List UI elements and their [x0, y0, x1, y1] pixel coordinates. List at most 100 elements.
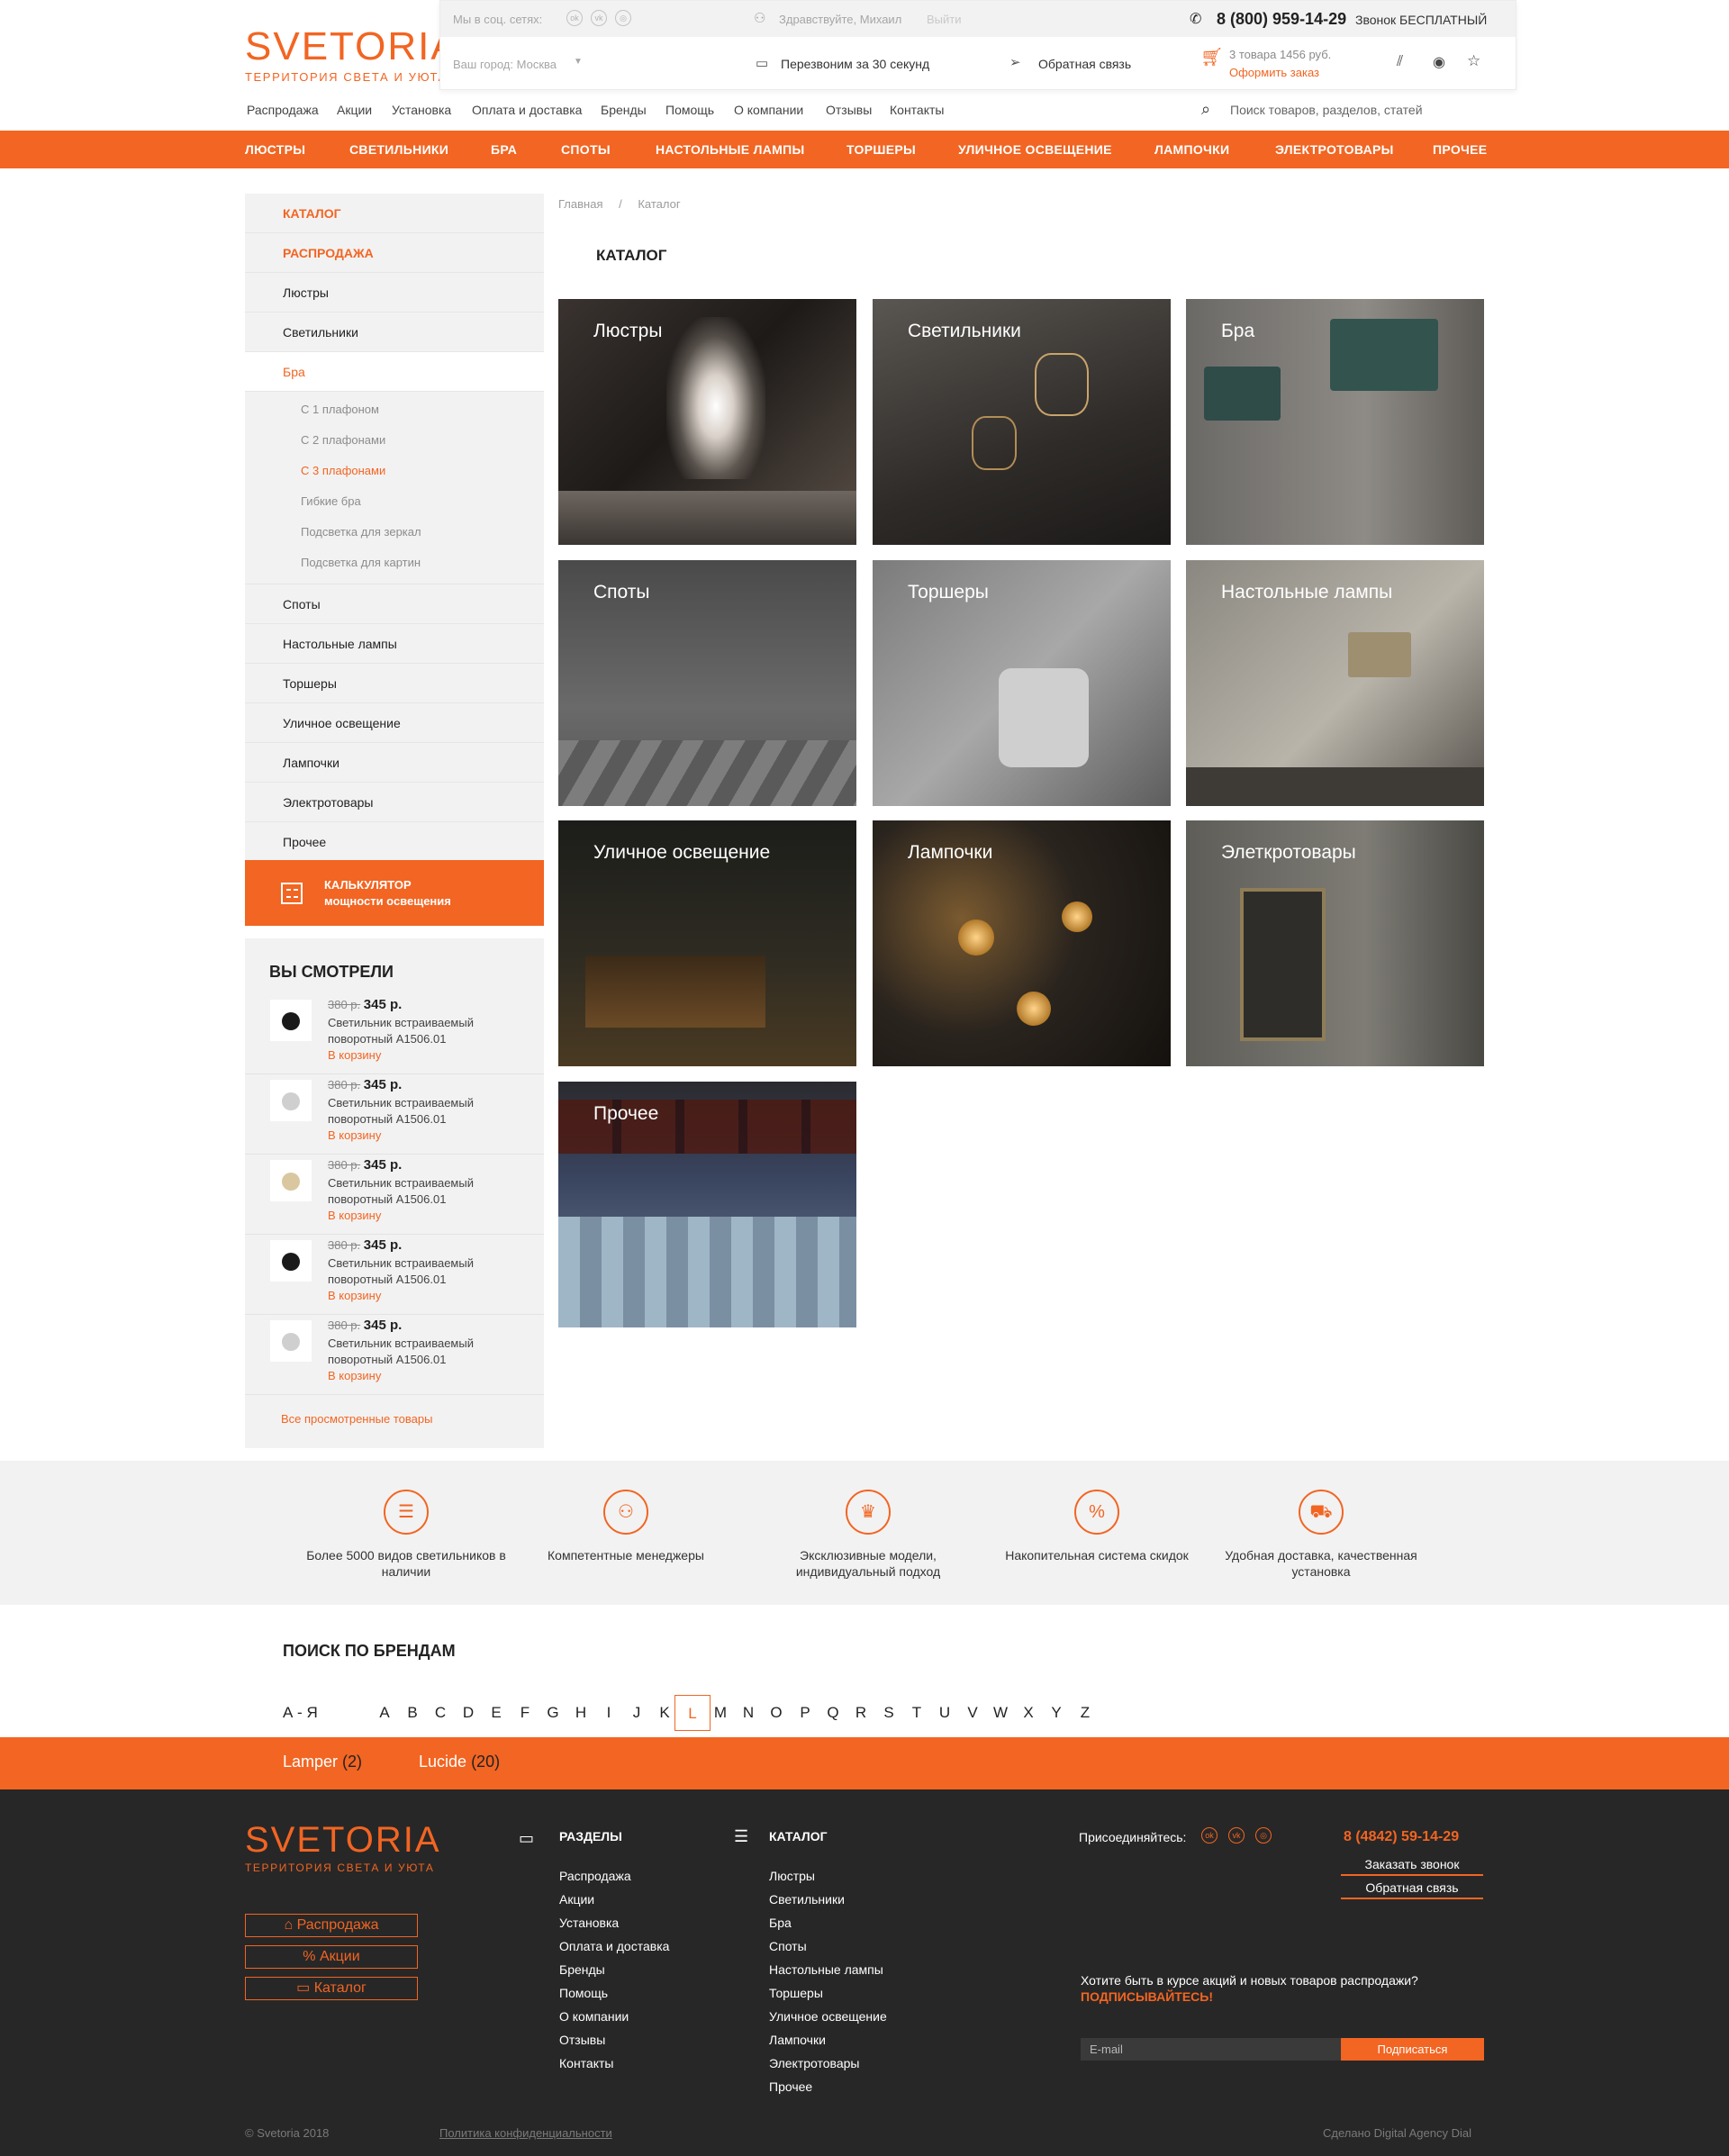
viewed-item[interactable]: 380 р. 345 р. Светильник встраиваемый пов…: [245, 995, 544, 1074]
footer-link[interactable]: Светильники: [769, 1892, 845, 1907]
sidebar-subitem[interactable]: С 1 плафоном: [245, 394, 544, 425]
footer-feedback-button[interactable]: Обратная связь: [1341, 1876, 1483, 1899]
cat-bulbs[interactable]: Лампочки: [1154, 142, 1229, 157]
sidebar-subitem[interactable]: Гибкие бра: [245, 486, 544, 517]
footer-link[interactable]: Прочее: [769, 2079, 812, 2094]
cat-table-lamps[interactable]: Настольные лампы: [656, 142, 804, 157]
top-nav-help[interactable]: Помощь: [665, 103, 714, 117]
cat-other[interactable]: Прочее: [1433, 142, 1487, 157]
add-to-cart-link[interactable]: В корзину: [328, 1289, 381, 1302]
top-nav-promos[interactable]: Акции: [337, 103, 372, 117]
sidebar-item-outdoor[interactable]: Уличное освещение: [245, 703, 544, 743]
add-to-cart-link[interactable]: В корзину: [328, 1369, 381, 1382]
city-select[interactable]: Ваш город: Москва: [453, 58, 557, 71]
sidebar-item-lamps[interactable]: Светильники: [245, 313, 544, 352]
top-nav-install[interactable]: Установка: [392, 103, 451, 117]
footer-link[interactable]: Электротовары: [769, 2056, 859, 2070]
calculator-button[interactable]: КАЛЬКУЛЯТОР мощности освещения: [245, 860, 544, 926]
header-phone[interactable]: 8 (800) 959-14-29: [1217, 10, 1346, 29]
all-viewed-link[interactable]: Все просмотренные товары: [281, 1412, 432, 1426]
sidebar-subitem[interactable]: Подсветка для зеркал: [245, 517, 544, 548]
footer-phone[interactable]: 8 (4842) 59-14-29: [1344, 1829, 1459, 1845]
sidebar-subitem[interactable]: С 2 плафонами: [245, 425, 544, 456]
footer-link[interactable]: Контакты: [559, 2056, 613, 2070]
category-tile-electrical[interactable]: Элеткротовары: [1186, 820, 1484, 1066]
add-to-cart-link[interactable]: В корзину: [328, 1128, 381, 1142]
star-icon[interactable]: ☆: [1467, 52, 1480, 70]
footer-link[interactable]: Бра: [769, 1916, 792, 1930]
footer-link[interactable]: Споты: [769, 1939, 807, 1953]
footer-link[interactable]: О компании: [559, 2009, 629, 2024]
product-thumbnail[interactable]: [270, 1160, 312, 1201]
sidebar-item-bulbs[interactable]: Лампочки: [245, 743, 544, 783]
instagram-icon[interactable]: ◎: [615, 10, 631, 26]
category-tile-table-lamps[interactable]: Настольные лампы: [1186, 560, 1484, 806]
subscribe-button[interactable]: Подписаться: [1341, 2038, 1484, 2061]
top-nav-reviews[interactable]: Отзывы: [826, 103, 872, 117]
breadcrumb-home[interactable]: Главная: [558, 197, 602, 211]
category-tile-chandeliers[interactable]: Люстры: [558, 299, 856, 545]
viewed-product-name[interactable]: Светильник встраиваемый поворотный A1506…: [328, 1095, 508, 1128]
order-call-button[interactable]: Заказать звонок: [1341, 1853, 1483, 1876]
eye-icon[interactable]: ◉: [1433, 53, 1445, 71]
chevron-down-icon[interactable]: ▼: [574, 57, 583, 67]
category-tile-sconces[interactable]: Бра: [1186, 299, 1484, 545]
cart-summary[interactable]: 3 товара 1456 руб.: [1229, 48, 1331, 61]
sidebar-item-sconces[interactable]: Бра: [245, 352, 544, 392]
email-field[interactable]: E-mail: [1081, 2038, 1342, 2061]
callback-link[interactable]: Перезвоним за 30 секунд: [781, 57, 929, 71]
viewed-item[interactable]: 380 р. 345 р. Светильник встраиваемый пов…: [245, 1155, 544, 1235]
sidebar-item-table-lamps[interactable]: Настольные лампы: [245, 624, 544, 664]
cat-floor-lamps[interactable]: Торшеры: [846, 142, 916, 157]
logout-link[interactable]: Выйти: [927, 13, 962, 26]
footer-sale-button[interactable]: ⌂ Распродажа: [245, 1914, 418, 1937]
top-nav-brands[interactable]: Бренды: [601, 103, 647, 117]
footer-link[interactable]: Уличное освещение: [769, 2009, 887, 2024]
footer-link[interactable]: Распродажа: [559, 1869, 631, 1883]
cat-lamps[interactable]: Светильники: [349, 142, 448, 157]
instagram-icon[interactable]: ◎: [1255, 1827, 1272, 1843]
footer-promos-button[interactable]: % Акции: [245, 1945, 418, 1969]
category-tile-spots[interactable]: Споты: [558, 560, 856, 806]
cat-spots[interactable]: Споты: [561, 142, 611, 157]
sidebar-item-electrical[interactable]: Электротовары: [245, 783, 544, 822]
footer-link[interactable]: Установка: [559, 1916, 619, 1930]
product-thumbnail[interactable]: [270, 1240, 312, 1282]
sidebar-item-sale[interactable]: РАСПРОДАЖА: [245, 233, 544, 273]
footer-link[interactable]: Помощь: [559, 1986, 608, 2000]
category-tile-other[interactable]: Прочее: [558, 1082, 856, 1327]
add-to-cart-link[interactable]: В корзину: [328, 1048, 381, 1062]
brand-letter-z[interactable]: Z: [1067, 1695, 1103, 1731]
category-tile-floor-lamps[interactable]: Торшеры: [873, 560, 1171, 806]
odnoklassniki-icon[interactable]: ok: [566, 10, 583, 26]
viewed-product-name[interactable]: Светильник встраиваемый поворотный A1506…: [328, 1175, 508, 1208]
cat-outdoor[interactable]: Уличное освещение: [958, 142, 1112, 157]
viewed-product-name[interactable]: Светильник встраиваемый поворотный A1506…: [328, 1015, 508, 1047]
brand-result-lucide[interactable]: Lucide (20): [419, 1753, 500, 1771]
footer-link[interactable]: Акции: [559, 1892, 594, 1907]
privacy-policy-link[interactable]: Политика конфиденциальности: [439, 2126, 612, 2140]
footer-link[interactable]: Оплата и доставка: [559, 1939, 669, 1953]
category-tile-outdoor[interactable]: Уличное освещение: [558, 820, 856, 1066]
sidebar-subitem-active[interactable]: С 3 плафонами: [245, 456, 544, 486]
vk-icon[interactable]: vk: [1228, 1827, 1245, 1843]
category-tile-lamps[interactable]: Светильники: [873, 299, 1171, 545]
footer-link[interactable]: Бренды: [559, 1962, 605, 1977]
product-thumbnail[interactable]: [270, 1000, 312, 1041]
footer-link[interactable]: Отзывы: [559, 2033, 605, 2047]
footer-link[interactable]: Торшеры: [769, 1986, 823, 2000]
search-input[interactable]: Поиск товаров, разделов, статей: [1230, 103, 1423, 117]
viewed-item[interactable]: 380 р. 345 р. Светильник встраиваемый пов…: [245, 1316, 544, 1395]
viewed-item[interactable]: 380 р. 345 р. Светильник встраиваемый пов…: [245, 1075, 544, 1155]
viewed-item[interactable]: 380 р. 345 р. Светильник встраиваемый пов…: [245, 1236, 544, 1315]
sidebar-item-floor-lamps[interactable]: Торшеры: [245, 664, 544, 703]
footer-link[interactable]: Лампочки: [769, 2033, 826, 2047]
sidebar-item-catalog[interactable]: КАТАЛОГ: [245, 194, 544, 233]
top-nav-about[interactable]: О компании: [734, 103, 803, 117]
brand-letter-cyrillic[interactable]: А - Я: [283, 1695, 319, 1731]
add-to-cart-link[interactable]: В корзину: [328, 1209, 381, 1222]
logo[interactable]: SVETORIA ТЕРРИТОРИЯ СВЕТА И УЮТА: [245, 27, 459, 85]
vk-icon[interactable]: vk: [591, 10, 607, 26]
viewed-product-name[interactable]: Светильник встраиваемый поворотный A1506…: [328, 1336, 508, 1368]
category-tile-bulbs[interactable]: Лампочки: [873, 820, 1171, 1066]
